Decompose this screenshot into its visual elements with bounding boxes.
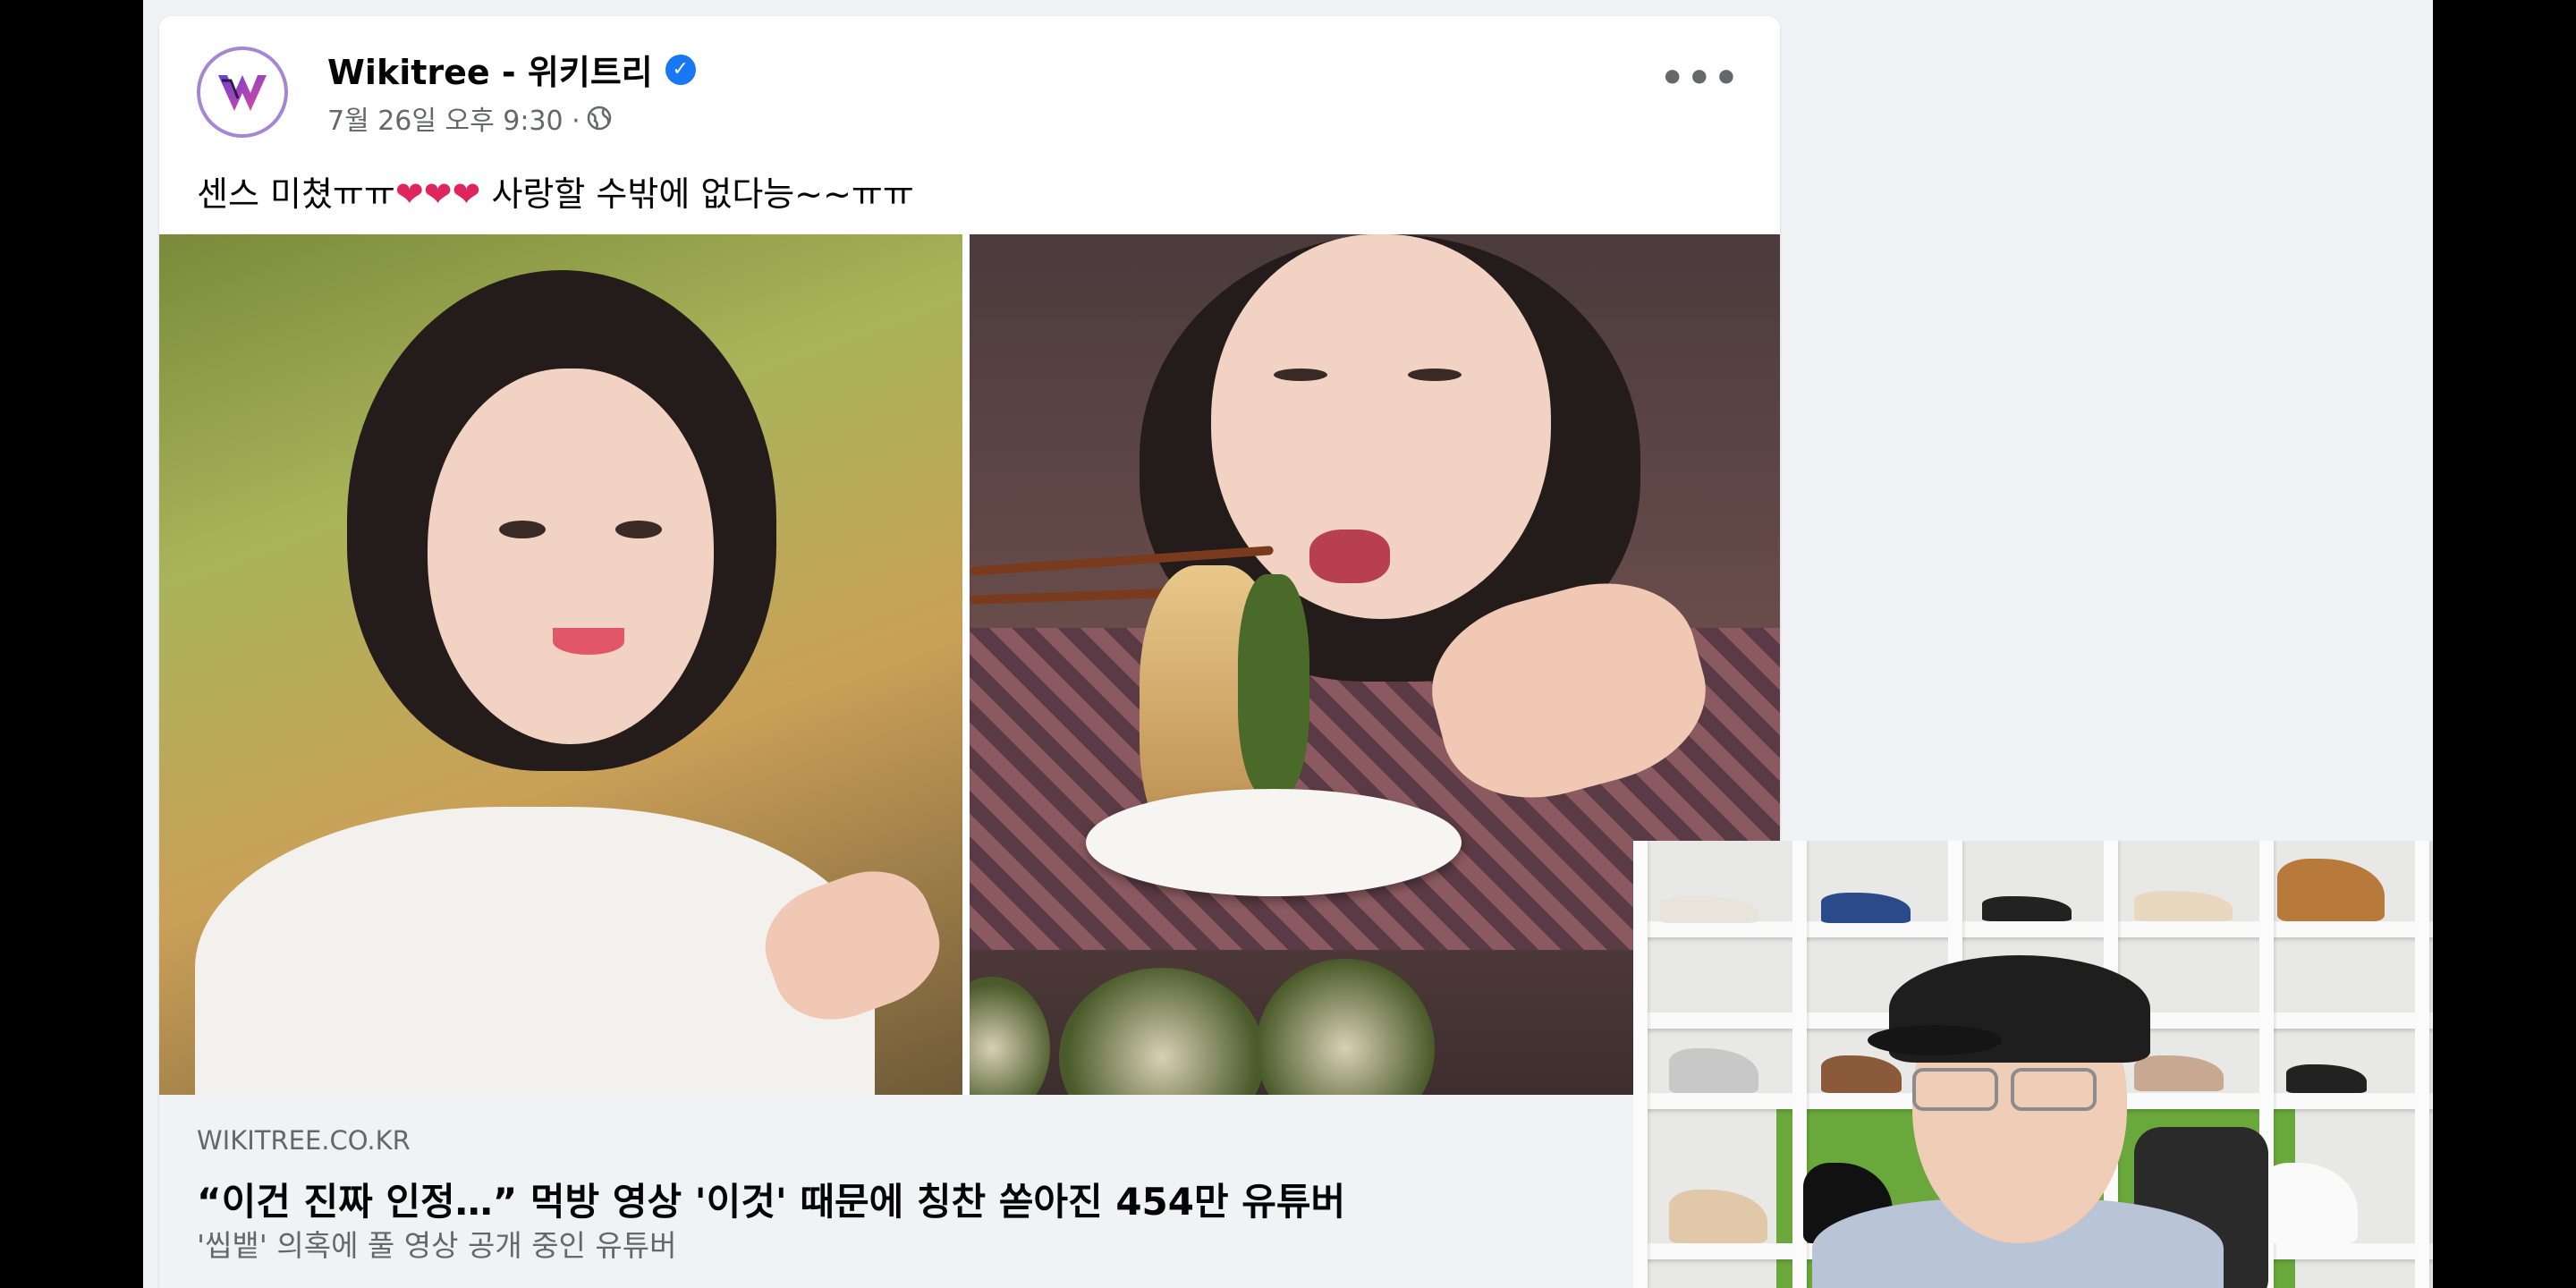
facebook-post-card: Wikitree - 위키트리 ✓ 7월 26일 오후 9:30 · ••• 센…	[159, 16, 1780, 1288]
link-domain: WIKITREE.CO.KR	[197, 1125, 411, 1156]
link-preview[interactable]: WIKITREE.CO.KR “이건 진짜 인정…” 먹방 영상 '이것' 때문…	[159, 1095, 1780, 1288]
heart-emoji-icon: ❤❤❤	[394, 174, 481, 214]
caption-text-start: 센스 미쳤ㅠㅠ	[197, 174, 395, 214]
post-timestamp[interactable]: 7월 26일 오후 9:30 ·	[327, 98, 580, 138]
photo-woman-portrait	[159, 234, 962, 1095]
post-caption: 센스 미쳤ㅠㅠ❤❤❤ 사랑할 수밖에 없다능~~ㅠㅠ	[197, 166, 914, 216]
wikitree-logo-icon	[218, 75, 267, 111]
person-cap-brim	[1868, 1025, 2002, 1055]
link-subtitle: '씹뱉' 의혹에 풀 영상 공개 중인 유튜버	[197, 1228, 677, 1263]
caption-text-end: 사랑할 수밖에 없다능~~ㅠㅠ	[480, 174, 914, 214]
globe-icon	[587, 106, 611, 131]
webcam-overlay	[1633, 841, 2433, 1288]
page-name-label[interactable]: Wikitree - 위키트리	[327, 45, 653, 94]
video-frame: Wikitree - 위키트리 ✓ 7월 26일 오후 9:30 · ••• 센…	[143, 0, 2433, 1288]
more-options-icon[interactable]: •••	[1660, 59, 1741, 98]
glasses-icon	[1912, 1068, 2100, 1111]
page-name[interactable]: Wikitree - 위키트리 ✓	[327, 45, 696, 94]
post-meta: 7월 26일 오후 9:30 ·	[327, 98, 613, 138]
page-avatar[interactable]	[197, 47, 288, 138]
link-headline[interactable]: “이건 진짜 인정…” 먹방 영상 '이것' 때문에 칭찬 쏟아진 454만 유…	[197, 1172, 1345, 1226]
verified-check-icon: ✓	[665, 54, 696, 85]
post-image[interactable]	[159, 234, 1780, 1095]
